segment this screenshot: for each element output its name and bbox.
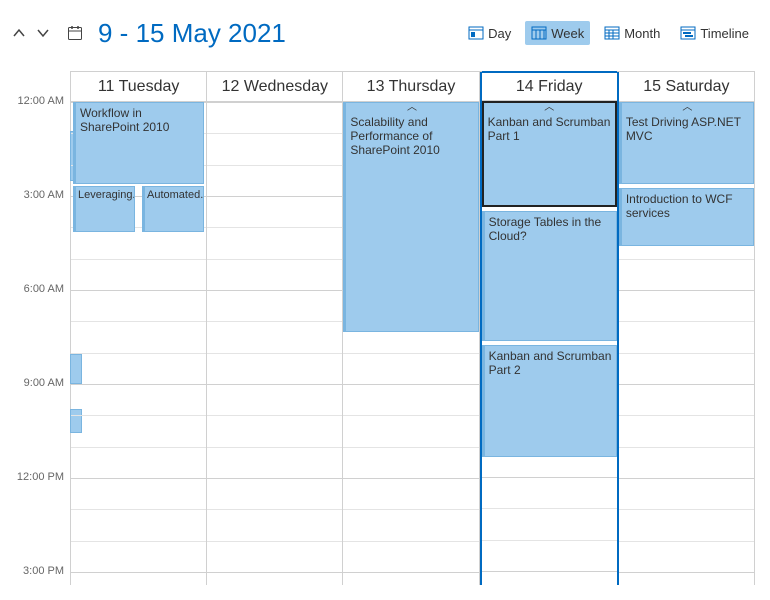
- event-title: Storage Tables in the Cloud?: [489, 215, 602, 243]
- day-header[interactable]: 14 Friday: [482, 71, 617, 101]
- event-leveraging[interactable]: Leveraging...: [73, 186, 135, 232]
- date-range-title: 9 - 15 May 2021: [98, 18, 286, 49]
- view-day[interactable]: Day: [462, 21, 517, 45]
- event-title: Kanban and Scrumban Part 1: [488, 115, 611, 143]
- time-label: 12:00 PM: [17, 471, 64, 483]
- view-week-label: Week: [551, 26, 584, 41]
- day-body[interactable]: ︿ Scalability and Performance of SharePo…: [343, 102, 478, 585]
- calendar-timeline-icon: [680, 26, 696, 40]
- next-arrow[interactable]: [34, 24, 52, 42]
- event-title: Automated...: [147, 189, 204, 201]
- time-gutter: 12:00 AM 3:00 AM 6:00 AM 9:00 AM 12:00 PM 3:0…: [10, 71, 70, 585]
- day-header[interactable]: 15 Saturday: [619, 72, 754, 102]
- chevron-up-icon: ︿: [622, 104, 753, 112]
- view-timeline[interactable]: Timeline: [674, 21, 755, 45]
- view-month-label: Month: [624, 26, 660, 41]
- day-body[interactable]: Workflow in SharePoint 2010 Leveraging..…: [71, 102, 206, 585]
- calendar-icon[interactable]: [66, 24, 84, 42]
- event-workflow[interactable]: Workflow in SharePoint 2010: [73, 102, 204, 184]
- days-grid: 11 Tuesday Workflow in SharePoint 2010 L…: [70, 71, 755, 585]
- event-kanban2[interactable]: Kanban and Scrumban Part 2: [482, 345, 617, 457]
- day-col-tuesday: 11 Tuesday Workflow in SharePoint 2010 L…: [71, 72, 207, 585]
- view-week[interactable]: Week: [525, 21, 590, 45]
- day-col-saturday: 15 Saturday ︿ Test Driving ASP.NET MVC I…: [619, 72, 755, 585]
- calendar-month-icon: [604, 26, 620, 40]
- prev-arrow[interactable]: [10, 24, 28, 42]
- day-header[interactable]: 13 Thursday: [343, 72, 478, 102]
- time-label: 9:00 AM: [24, 377, 64, 389]
- day-body[interactable]: ︿ Kanban and Scrumban Part 1 Storage Tab…: [482, 101, 617, 585]
- day-col-wednesday: 12 Wednesday: [207, 72, 343, 585]
- event-title: Leveraging...: [78, 189, 135, 201]
- time-label: 6:00 AM: [24, 283, 64, 295]
- event-wcf[interactable]: Introduction to WCF services: [619, 188, 754, 246]
- day-col-thursday: 13 Thursday ︿ Scalability and Performanc…: [343, 72, 479, 585]
- calendar-day-icon: [468, 26, 484, 40]
- event-title: Kanban and Scrumban Part 2: [489, 349, 612, 377]
- day-header[interactable]: 12 Wednesday: [207, 72, 342, 102]
- calendar-week-icon: [531, 26, 547, 40]
- view-timeline-label: Timeline: [700, 26, 749, 41]
- view-month[interactable]: Month: [598, 21, 666, 45]
- event-title: Test Driving ASP.NET MVC: [626, 115, 741, 143]
- time-label: 3:00 PM: [23, 565, 64, 577]
- day-col-friday: 14 Friday ︿ Kanban and Scrumban Part 1 S…: [480, 72, 619, 585]
- day-header[interactable]: 11 Tuesday: [71, 72, 206, 102]
- event-testdriving[interactable]: ︿ Test Driving ASP.NET MVC: [619, 102, 754, 184]
- view-day-label: Day: [488, 26, 511, 41]
- day-body[interactable]: [207, 102, 342, 585]
- event-storage[interactable]: Storage Tables in the Cloud?: [482, 211, 617, 341]
- event-automated[interactable]: Automated...: [142, 186, 204, 232]
- event-kanban1[interactable]: ︿ Kanban and Scrumban Part 1: [482, 101, 617, 207]
- event-title: Workflow in SharePoint 2010: [80, 106, 169, 134]
- day-body[interactable]: ︿ Test Driving ASP.NET MVC Introduction …: [619, 102, 754, 585]
- event-title: Scalability and Performance of SharePoin…: [350, 115, 439, 157]
- event-scalability[interactable]: ︿ Scalability and Performance of SharePo…: [343, 102, 478, 332]
- view-switcher: Day Week Month Timeline: [462, 21, 755, 45]
- event-title: Introduction to WCF services: [626, 192, 733, 220]
- time-label: 3:00 AM: [24, 189, 64, 201]
- time-label: 12:00 AM: [18, 95, 64, 107]
- chevron-up-icon: ︿: [346, 104, 477, 112]
- chevron-up-icon: ︿: [484, 104, 615, 112]
